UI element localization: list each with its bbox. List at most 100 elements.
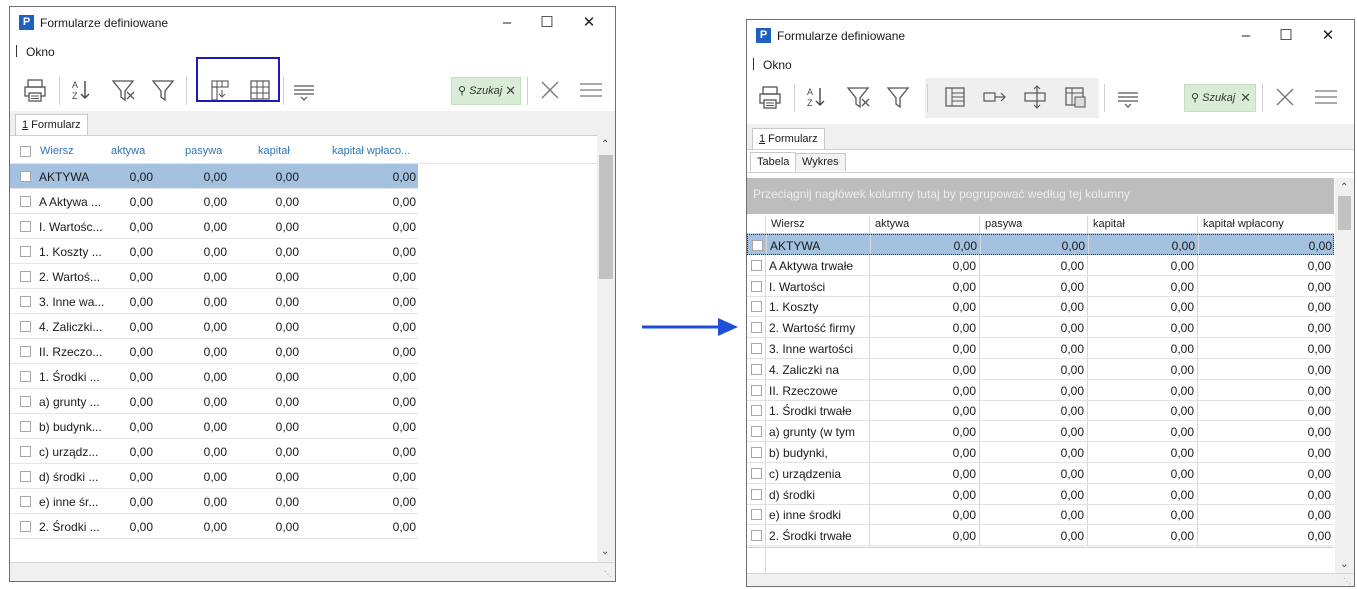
row-checkbox[interactable] [20, 496, 31, 507]
table-row[interactable]: d) środki 0,00 0,00 0,00 0,00 [747, 483, 1334, 505]
col-header-kapital[interactable]: kapitał [258, 145, 290, 157]
col-header-kapital[interactable]: kapitał [1093, 218, 1125, 230]
table-row[interactable]: 2. Wartość firmy 0,00 0,00 0,00 0,00 [747, 317, 1334, 339]
table-row[interactable]: AKTYWA 0,00 0,00 0,00 0,00 [10, 164, 418, 189]
row-checkbox[interactable] [752, 240, 763, 251]
title-bar[interactable]: P Formularze definiowane – ☐ ✕ [747, 20, 1354, 50]
scrollbar-thumb[interactable] [599, 155, 613, 279]
table-row[interactable]: a) grunty (w tym 0,00 0,00 0,00 0,00 [747, 421, 1334, 443]
table-row[interactable]: II. Rzeczo... 0,00 0,00 0,00 0,00 [10, 339, 418, 364]
close-form-icon[interactable] [1270, 82, 1300, 112]
minimize-button[interactable]: – [487, 11, 527, 35]
expand-right-icon[interactable] [979, 82, 1009, 112]
row-checkbox[interactable] [751, 384, 762, 396]
row-checkbox[interactable] [20, 271, 31, 282]
table-row[interactable]: 4. Zaliczki na 0,00 0,00 0,00 0,00 [747, 358, 1334, 380]
print-icon[interactable] [755, 82, 785, 112]
maximize-button[interactable]: ☐ [1266, 24, 1306, 48]
search-box[interactable]: ⚲ Szukaj ✕ [1184, 84, 1256, 112]
table-row[interactable]: e) inne środki 0,00 0,00 0,00 0,00 [747, 504, 1334, 526]
vertical-scrollbar[interactable]: ⌃ ⌄ [597, 135, 615, 563]
col-header-aktywa[interactable]: aktywa [875, 218, 909, 230]
row-checkbox[interactable] [20, 471, 31, 482]
clear-filter-icon[interactable] [843, 82, 873, 112]
col-header-aktywa[interactable]: aktywa [111, 145, 145, 157]
row-checkbox[interactable] [751, 530, 762, 542]
close-form-icon[interactable] [535, 75, 565, 105]
row-checkbox[interactable] [20, 296, 31, 307]
table-row[interactable]: c) urządzenia 0,00 0,00 0,00 0,00 [747, 462, 1334, 484]
table-row[interactable]: b) budynki, 0,00 0,00 0,00 0,00 [747, 442, 1334, 463]
row-checkbox[interactable] [20, 171, 31, 182]
resize-grip-icon[interactable]: ⋱ [1343, 577, 1351, 586]
row-checkbox[interactable] [20, 371, 31, 382]
print-icon[interactable] [20, 75, 50, 105]
table-row[interactable]: a) grunty ... 0,00 0,00 0,00 0,00 [10, 389, 418, 414]
search-box[interactable]: ⚲ Szukaj ✕ [451, 77, 521, 105]
col-header-kapital-wplacony[interactable]: kapitał wpłaco... [332, 145, 410, 157]
export-grid-icon[interactable] [1060, 82, 1090, 112]
row-checkbox[interactable] [751, 259, 762, 271]
group-lines-icon[interactable] [1113, 82, 1143, 112]
table-row[interactable]: AKTYWA 0,00 0,00 0,00 0,00 [747, 234, 1334, 255]
row-checkbox[interactable] [20, 246, 31, 257]
sort-az-icon[interactable]: A Z [801, 82, 831, 112]
expand-vertical-icon[interactable] [1020, 82, 1050, 112]
table-row[interactable]: 3. Inne wa... 0,00 0,00 0,00 0,00 [10, 289, 418, 314]
table-row[interactable]: b) budynk... 0,00 0,00 0,00 0,00 [10, 414, 418, 439]
vertical-scrollbar[interactable]: ⌃ ⌄ [1335, 178, 1354, 574]
table-row[interactable]: 1. Koszty ... 0,00 0,00 0,00 0,00 [10, 239, 418, 264]
row-checkbox[interactable] [20, 321, 31, 332]
table-row[interactable]: c) urządz... 0,00 0,00 0,00 0,00 [10, 439, 418, 464]
scroll-down-icon[interactable]: ⌄ [1340, 559, 1348, 570]
hamburger-menu-icon[interactable] [576, 75, 606, 105]
minimize-button[interactable]: – [1226, 24, 1266, 48]
col-header-wiersz[interactable]: Wiersz [771, 218, 805, 230]
menu-okno[interactable]: Okno [26, 45, 55, 59]
maximize-button[interactable]: ☐ [527, 11, 567, 35]
col-header-pasywa[interactable]: pasywa [185, 145, 222, 157]
row-checkbox[interactable] [20, 196, 31, 207]
col-header-wiersz[interactable]: Wiersz [40, 145, 74, 157]
close-button[interactable]: ✕ [569, 11, 609, 35]
close-button[interactable]: ✕ [1308, 24, 1348, 48]
row-checkbox[interactable] [751, 467, 762, 479]
row-checkbox[interactable] [751, 447, 762, 458]
title-bar[interactable]: P Formularze definiowane – ☐ ✕ [10, 7, 615, 37]
row-checkbox[interactable] [751, 301, 762, 313]
clear-search-icon[interactable]: ✕ [505, 78, 516, 104]
scroll-down-icon[interactable]: ⌄ [601, 546, 609, 557]
table-row[interactable]: II. Rzeczowe 0,00 0,00 0,00 0,00 [747, 379, 1334, 401]
select-all-checkbox[interactable] [20, 146, 31, 157]
scrollbar-thumb[interactable] [1338, 196, 1351, 230]
row-checkbox[interactable] [751, 509, 762, 521]
row-checkbox[interactable] [20, 221, 31, 232]
table-row[interactable]: e) inne śr... 0,00 0,00 0,00 0,00 [10, 489, 418, 514]
group-by-panel[interactable]: Przeciągnij nagłówek kolumny tutaj by po… [747, 178, 1334, 214]
filter-icon[interactable] [148, 75, 178, 105]
table-row[interactable]: I. Wartośc... 0,00 0,00 0,00 0,00 [10, 214, 418, 239]
table-row[interactable]: A Aktywa ... 0,00 0,00 0,00 0,00 [10, 189, 418, 214]
table-row[interactable]: 2. Środki ... 0,00 0,00 0,00 0,00 [10, 514, 418, 539]
tab-formularz[interactable]: 1 Formularz [752, 128, 825, 149]
table-row[interactable]: 1. Środki ... 0,00 0,00 0,00 0,00 [10, 364, 418, 389]
sort-az-icon[interactable]: A Z [66, 75, 96, 105]
row-checkbox[interactable] [20, 521, 31, 532]
clear-search-icon[interactable]: ✕ [1240, 85, 1251, 111]
table-row[interactable]: 1. Koszty 0,00 0,00 0,00 0,00 [747, 296, 1334, 318]
subtab-tabela[interactable]: Tabela [750, 152, 797, 172]
table-row[interactable]: 2. Wartoś... 0,00 0,00 0,00 0,00 [10, 264, 418, 289]
group-lines-icon[interactable] [289, 75, 319, 105]
menu-okno[interactable]: Okno [763, 58, 792, 72]
row-checkbox[interactable] [20, 446, 31, 457]
table-row[interactable]: d) środki ... 0,00 0,00 0,00 0,00 [10, 464, 418, 489]
col-header-pasywa[interactable]: pasywa [985, 218, 1022, 230]
resize-grip-icon[interactable]: ⋱ [604, 570, 612, 579]
table-row[interactable]: 3. Inne wartości 0,00 0,00 0,00 0,00 [747, 338, 1334, 359]
filter-icon[interactable] [883, 82, 913, 112]
table-row[interactable]: A Aktywa trwałe 0,00 0,00 0,00 0,00 [747, 254, 1334, 276]
table-rows-icon[interactable] [940, 82, 970, 112]
row-checkbox[interactable] [751, 322, 762, 334]
scroll-up-icon[interactable]: ⌃ [1340, 182, 1348, 193]
hamburger-menu-icon[interactable] [1311, 82, 1341, 112]
